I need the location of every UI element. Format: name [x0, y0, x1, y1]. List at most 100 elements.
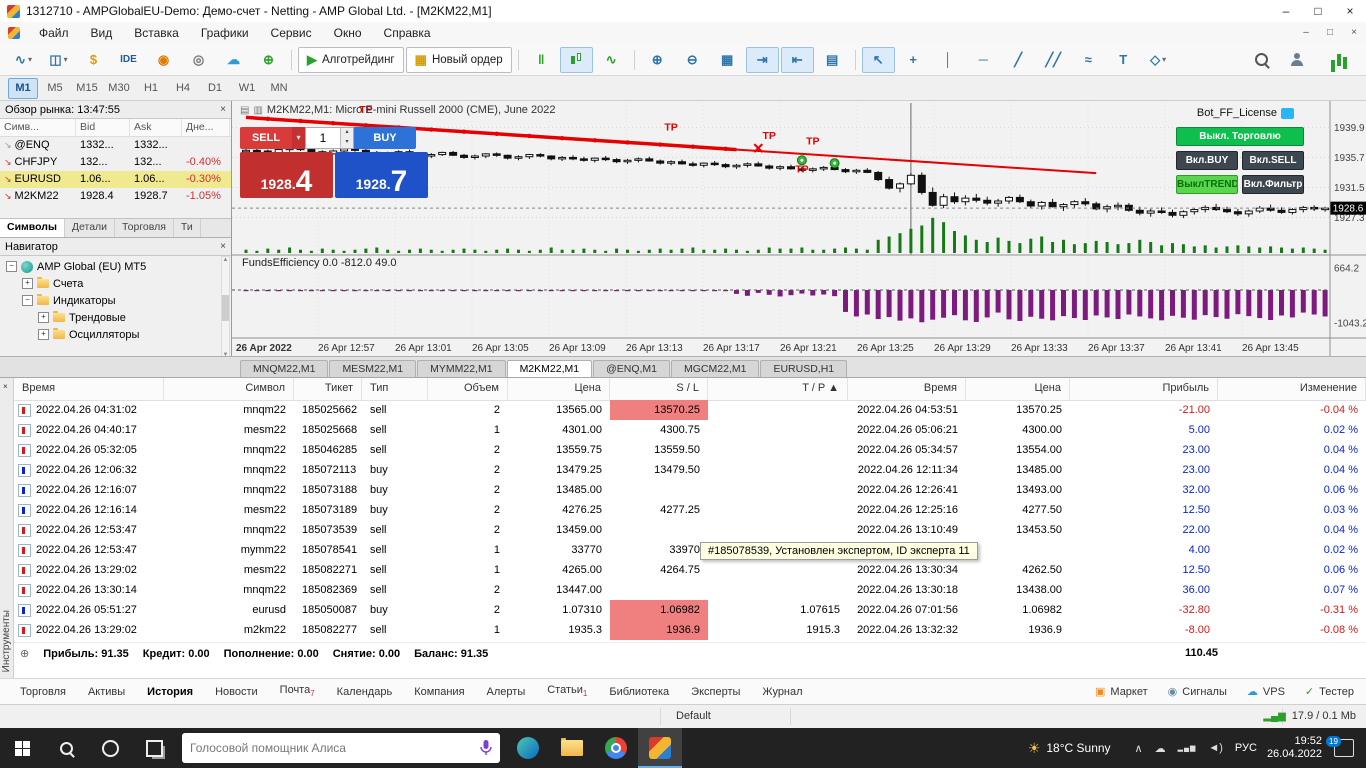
- zoom-in-icon[interactable]: ⊕: [641, 47, 674, 73]
- history-row[interactable]: 2022.04.26 13:29:02 mesm22 185082271 sell 1 4…: [14, 560, 1366, 580]
- community-icon[interactable]: ⊕: [252, 47, 285, 73]
- history-row[interactable]: 2022.04.26 12:16:14 mesm22 185073189 buy 2 42…: [14, 500, 1366, 520]
- new-order-button[interactable]: ▦ Новый ордер: [405, 46, 512, 73]
- column-header[interactable]: T / P ▲: [708, 378, 848, 400]
- line-chart-icon[interactable]: ∿: [595, 47, 628, 73]
- timeframe-m15[interactable]: M15: [72, 78, 102, 99]
- start-button[interactable]: [0, 728, 44, 768]
- market-watch-row[interactable]: ↘ @ENQ 1332... 1332...: [0, 137, 231, 154]
- ea-filter-button[interactable]: Вкл.Фильтр: [1242, 175, 1304, 194]
- metaeditor-ide-icon[interactable]: IDE: [112, 47, 145, 73]
- ea-enable-sell-button[interactable]: Вкл.SELL: [1242, 151, 1304, 170]
- vps-cloud-icon[interactable]: ☁: [217, 47, 250, 73]
- menu-item[interactable]: Сервис: [260, 22, 323, 44]
- utility-тестер[interactable]: ✓ Тестер: [1305, 685, 1354, 699]
- tick-chart-icon[interactable]: ‖: [525, 47, 558, 73]
- navigator-tree-item[interactable]: + Осцилляторы: [0, 326, 231, 343]
- timeframe-d1[interactable]: D1: [200, 78, 230, 99]
- sell-button[interactable]: SELL: [240, 127, 292, 149]
- chevron-down-icon[interactable]: ▾: [292, 127, 305, 149]
- ea-toggle-trading-button[interactable]: Выкл. Торговлю: [1176, 127, 1304, 146]
- chart-toolbox-icon[interactable]: ▤: [240, 105, 249, 116]
- navigator-tree-item[interactable]: − Индикаторы: [0, 292, 231, 309]
- chart-up-icon[interactable]: [1322, 47, 1355, 73]
- collapse-icon[interactable]: −: [22, 295, 33, 306]
- close-icon[interactable]: ×: [3, 382, 8, 391]
- history-row[interactable]: 2022.04.26 04:31:02 mnqm22 185025662 sell 2 1…: [14, 400, 1366, 420]
- fibonacci-icon[interactable]: ≈: [1072, 47, 1105, 73]
- child-close-button[interactable]: ×: [1342, 22, 1366, 44]
- column-header[interactable]: Тип: [362, 378, 428, 400]
- column-header[interactable]: Изменение: [1218, 378, 1366, 400]
- weather-widget[interactable]: ☀ 18°C Sunny: [1028, 740, 1111, 757]
- algo-trading-button[interactable]: ▶ Алготрейдинг: [298, 46, 404, 73]
- timeframe-h4[interactable]: H4: [168, 78, 198, 99]
- vertical-line-icon[interactable]: │: [932, 47, 965, 73]
- profile-name[interactable]: Default: [676, 705, 711, 728]
- close-icon[interactable]: ×: [220, 104, 226, 115]
- column-header[interactable]: Объем: [428, 378, 508, 400]
- child-restore-button[interactable]: □: [1318, 22, 1342, 44]
- ea-trend-button[interactable]: ВыклTREND: [1176, 175, 1238, 194]
- column-header[interactable]: Цена: [508, 378, 610, 400]
- grid-icon[interactable]: ▦: [711, 47, 744, 73]
- chart-tab[interactable]: MNQM22,M1: [240, 360, 329, 377]
- history-row[interactable]: 2022.04.26 12:06:32 mnqm22 185072113 buy 2 13…: [14, 460, 1366, 480]
- chart-window-icon[interactable]: ∿ ▾: [7, 47, 40, 73]
- network-icon[interactable]: ▂▄▆: [1178, 744, 1197, 752]
- volume-stepper[interactable]: 1 ▴ ▾: [305, 127, 354, 149]
- horizontal-line-icon[interactable]: ─: [967, 47, 1000, 73]
- chart-tab[interactable]: M2KM22,M1: [506, 360, 593, 377]
- market-watch-row[interactable]: ↘ CHFJPY 132... 132... -0.40%: [0, 154, 231, 171]
- zoom-out-icon[interactable]: ⊖: [676, 47, 709, 73]
- expand-icon[interactable]: +: [38, 312, 49, 323]
- chrome-icon[interactable]: [594, 728, 638, 768]
- utility-маркет[interactable]: ▣ Маркет: [1095, 685, 1148, 699]
- column-header[interactable]: Время: [14, 378, 164, 400]
- bottom-tab-новости[interactable]: Новости: [215, 686, 258, 698]
- market-watch-tab[interactable]: Торговля: [115, 219, 174, 237]
- alisa-search-box[interactable]: Голосовой помощник Алиса: [182, 733, 500, 763]
- bottom-tab-алерты[interactable]: Алерты: [487, 686, 526, 698]
- crosshair-icon[interactable]: +: [897, 47, 930, 73]
- lock-icon[interactable]: ◉: [147, 47, 180, 73]
- chart-style-icon[interactable]: ◫ ▾: [42, 47, 75, 73]
- expand-icon[interactable]: +: [38, 329, 49, 340]
- maximize-button[interactable]: □: [1302, 0, 1334, 22]
- navigator-tree-item[interactable]: − AMP Global (EU) MT5: [0, 258, 231, 275]
- bottom-tab-календарь[interactable]: Календарь: [337, 686, 393, 698]
- history-row[interactable]: 2022.04.26 13:29:02 m2km22 185082277 sell 1 1…: [14, 620, 1366, 640]
- menu-item[interactable]: Вид: [80, 22, 124, 44]
- column-header[interactable]: S / L: [610, 378, 708, 400]
- bottom-tab-история[interactable]: История: [147, 686, 193, 698]
- channel-icon[interactable]: ╱╱: [1037, 47, 1070, 73]
- data-window-icon[interactable]: ▤: [816, 47, 849, 73]
- edge-icon[interactable]: [506, 728, 550, 768]
- bottom-tab-почта[interactable]: Почта7: [280, 684, 315, 698]
- ea-enable-buy-button[interactable]: Вкл.BUY: [1176, 151, 1238, 170]
- column-header[interactable]: Цена: [966, 378, 1070, 400]
- column-header[interactable]: Тикет: [294, 378, 362, 400]
- notification-center-icon[interactable]: 19: [1326, 736, 1354, 757]
- task-view-icon[interactable]: [132, 728, 176, 768]
- text-label-icon[interactable]: T: [1107, 47, 1140, 73]
- search-icon[interactable]: [1245, 47, 1278, 73]
- timeframe-h1[interactable]: H1: [136, 78, 166, 99]
- indicator-list-icon[interactable]: ▥: [253, 105, 262, 116]
- microphone-icon[interactable]: [480, 740, 492, 756]
- bottom-tab-активы[interactable]: Активы: [88, 686, 125, 698]
- sell-price-box[interactable]: 1928. 4: [240, 152, 333, 198]
- menu-item[interactable]: Окно: [323, 22, 373, 44]
- market-dollar-icon[interactable]: $: [77, 47, 110, 73]
- spin-down-icon[interactable]: ▾: [341, 138, 353, 148]
- volume-value[interactable]: 1: [306, 128, 340, 148]
- buy-price-box[interactable]: 1928. 7: [335, 152, 428, 198]
- volume-icon[interactable]: ◄): [1208, 742, 1223, 754]
- market-watch-tab[interactable]: Ти: [174, 219, 201, 237]
- chart-tab[interactable]: MYMM22,M1: [417, 360, 506, 377]
- chart-tab[interactable]: @ENQ,M1: [593, 360, 671, 377]
- history-row[interactable]: 2022.04.26 12:16:07 mnqm22 185073188 buy 2 13…: [14, 480, 1366, 500]
- close-icon[interactable]: ×: [220, 241, 226, 252]
- spin-up-icon[interactable]: ▴: [341, 128, 353, 138]
- bottom-tab-журнал[interactable]: Журнал: [762, 686, 802, 698]
